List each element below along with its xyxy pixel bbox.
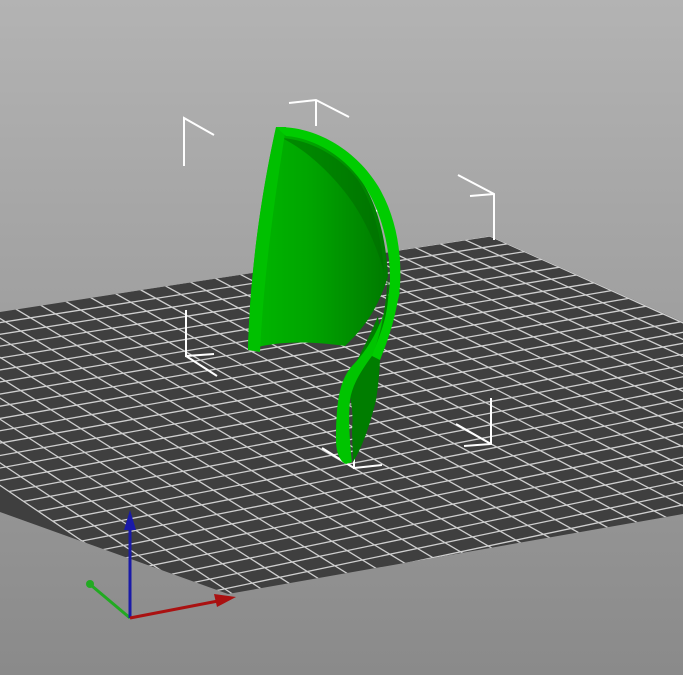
3d-scene[interactable] [0,0,683,675]
y-axis-tip [86,580,94,588]
3d-viewport[interactable] [0,0,683,675]
